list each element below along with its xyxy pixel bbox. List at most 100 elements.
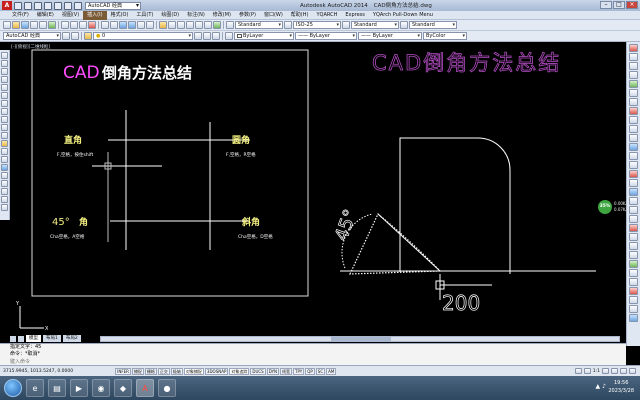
center-mark-icon[interactable] [629, 296, 638, 304]
maximize-icon[interactable]: □ [613, 1, 625, 9]
clock[interactable]: 19:56 2023/3/28 [608, 379, 634, 395]
tab-model[interactable]: 模型 [26, 335, 41, 342]
status-lwt[interactable]: 线宽 [280, 367, 293, 375]
extend-icon[interactable] [629, 134, 638, 142]
linetype-select[interactable]: —— ByLayer [295, 32, 357, 40]
menu-modify[interactable]: 修改(M) [209, 11, 235, 20]
dim-baseline-icon[interactable] [629, 269, 638, 277]
match-properties-icon[interactable] [88, 21, 96, 29]
model-space-icon[interactable] [574, 368, 582, 374]
annotation-visibility-icon[interactable] [602, 368, 609, 374]
dim-linear-icon[interactable] [629, 188, 638, 196]
start-button-icon[interactable] [4, 379, 22, 397]
workspace-settings-icon[interactable] [62, 32, 70, 40]
clean-screen-icon[interactable] [629, 368, 636, 374]
calculator-icon[interactable] [204, 21, 212, 29]
trim-icon[interactable] [629, 125, 638, 133]
array-icon[interactable] [629, 80, 638, 88]
scroll-thumb[interactable] [331, 337, 391, 341]
layer-manager-icon[interactable] [84, 32, 92, 40]
fillet-icon[interactable] [629, 170, 638, 178]
status-qp[interactable]: QP [305, 367, 315, 375]
status-ortho[interactable]: 正交 [157, 367, 170, 375]
volume-icon[interactable]: ♪ [602, 383, 606, 390]
status-tpy[interactable]: TPY [293, 367, 305, 375]
save-icon[interactable] [34, 1, 42, 10]
undo-icon[interactable] [101, 21, 109, 29]
open-file-icon[interactable] [24, 1, 32, 10]
status-polar[interactable]: 极轴 [170, 367, 183, 375]
layer-select[interactable]: ● 0 [93, 32, 193, 40]
color-select[interactable]: ByLayer [234, 32, 294, 40]
plotstyle-select[interactable]: ByColor [423, 32, 467, 40]
menu-express[interactable]: Express [341, 11, 369, 20]
menu-insert[interactable]: 插入(I) [83, 10, 107, 20]
status-ducs[interactable]: DUCS [250, 367, 266, 375]
stretch-icon[interactable] [629, 116, 638, 124]
lock-icon[interactable] [620, 368, 627, 374]
dim-continue-icon[interactable] [629, 278, 638, 286]
new-icon[interactable] [3, 21, 11, 29]
tool-palettes-icon[interactable] [177, 21, 185, 29]
erase-icon[interactable] [629, 44, 638, 52]
tab-layout1[interactable]: 布局1 [43, 335, 61, 342]
status-dyn[interactable]: DYN [266, 367, 280, 375]
dim-style-select[interactable]: ISO-25 [293, 21, 341, 29]
undo-icon[interactable] [64, 1, 72, 10]
explorer-icon[interactable]: ▤ [48, 379, 66, 397]
menu-draw[interactable]: 绘图(D) [157, 11, 183, 20]
print-icon[interactable] [30, 21, 38, 29]
make-current-layer-icon[interactable] [194, 32, 202, 40]
new-file-icon[interactable] [14, 1, 22, 10]
redo-icon[interactable] [110, 21, 118, 29]
close-icon[interactable]: × [626, 1, 638, 9]
status-grid[interactable]: 栅格 [144, 367, 157, 375]
recorder-icon[interactable]: ● [158, 379, 176, 397]
layer-state-icon[interactable] [212, 32, 220, 40]
menu-yqarch-pulldown[interactable]: YQArch Pull-Down Menu [369, 11, 437, 20]
zoom-previous-icon[interactable] [146, 21, 154, 29]
dim-radius-icon[interactable] [629, 224, 638, 232]
menu-format[interactable]: 格式(O) [107, 11, 133, 20]
chamfer-icon[interactable] [629, 161, 638, 169]
workspace-combo[interactable]: AutoCAD 经典 [3, 32, 61, 40]
tab-nav-first-icon[interactable] [10, 336, 16, 342]
workspace-select[interactable]: AutoCAD 经典 [85, 1, 141, 10]
status-am[interactable]: AM [326, 367, 337, 375]
move-icon[interactable] [629, 89, 638, 97]
menu-window[interactable]: 窗口(W) [260, 11, 287, 20]
paste-icon[interactable] [79, 21, 87, 29]
mleader-style-select[interactable]: Standard [409, 21, 457, 29]
pan-icon[interactable] [119, 21, 127, 29]
dim-arc-icon[interactable] [629, 206, 638, 214]
mirror-icon[interactable] [629, 62, 638, 70]
save-as-icon[interactable] [44, 1, 52, 10]
app-icon[interactable]: ◆ [114, 379, 132, 397]
command-input[interactable] [10, 358, 510, 365]
text-style-select[interactable]: Standard [235, 21, 283, 29]
quick-dim-icon[interactable] [629, 260, 638, 268]
menu-parametric[interactable]: 参数(P) [235, 11, 260, 20]
horizontal-scrollbar[interactable] [100, 336, 620, 342]
break-icon[interactable] [629, 143, 638, 151]
status-snap[interactable]: 捕捉 [131, 367, 144, 375]
copy-icon[interactable] [70, 21, 78, 29]
minimize-icon[interactable]: – [600, 1, 612, 9]
publish-icon[interactable] [48, 21, 56, 29]
menu-tools[interactable]: 工具(T) [132, 11, 157, 20]
dim-diameter-icon[interactable] [629, 242, 638, 250]
status-osnap[interactable]: 对象捕捉 [183, 367, 204, 375]
markup-icon[interactable] [195, 21, 203, 29]
lineweight-select[interactable]: —— ByLayer [358, 32, 422, 40]
explode-icon[interactable] [629, 179, 638, 187]
open-icon[interactable] [12, 21, 20, 29]
scale-icon[interactable] [629, 107, 638, 115]
menu-dimension[interactable]: 标注(N) [183, 11, 209, 20]
join-icon[interactable] [629, 152, 638, 160]
tolerance-icon[interactable] [629, 287, 638, 295]
ie-icon[interactable]: e [26, 379, 44, 397]
zoom-window-icon[interactable] [137, 21, 145, 29]
dim-angular-icon[interactable] [629, 251, 638, 259]
sheet-set-icon[interactable] [186, 21, 194, 29]
properties-icon[interactable] [159, 21, 167, 29]
